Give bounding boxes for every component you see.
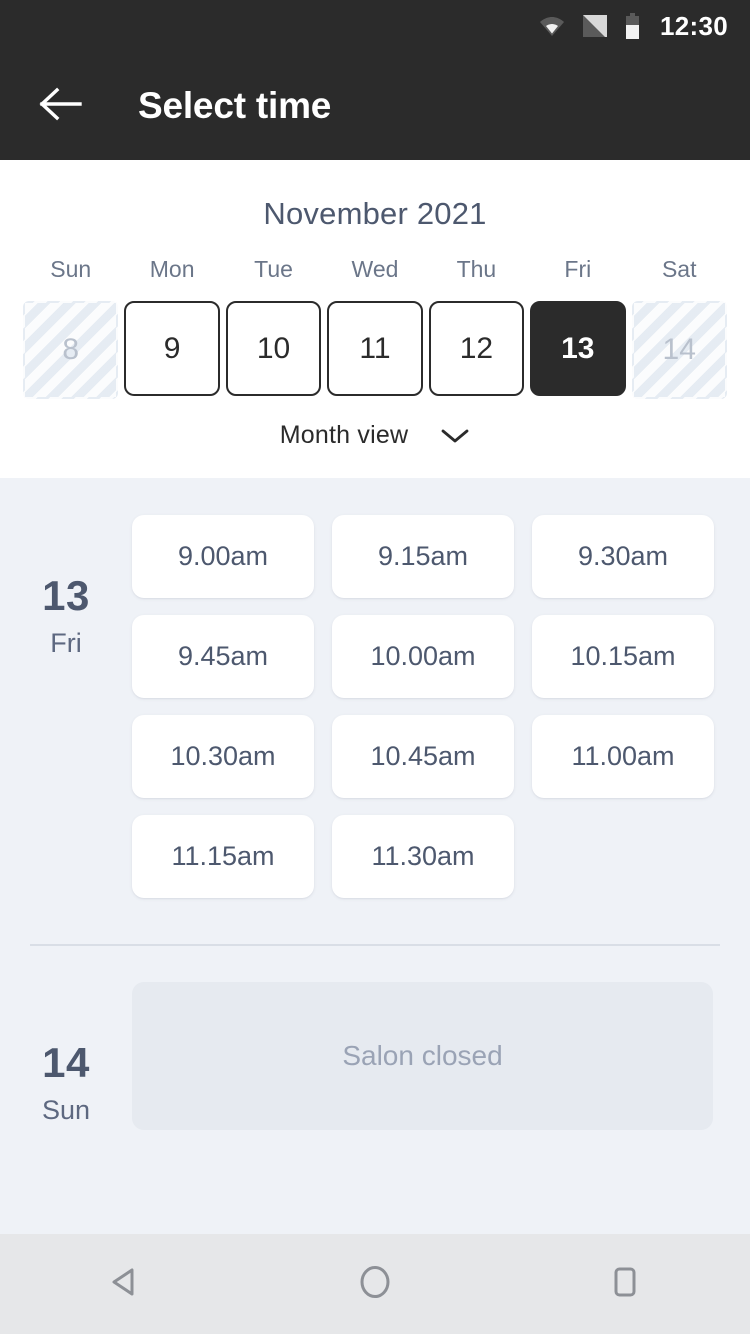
salon-closed-card: Salon closed [132, 982, 713, 1130]
battery-icon [625, 13, 640, 39]
time-slot[interactable]: 10.00am [332, 615, 514, 698]
day-cell-8: 8 [23, 301, 118, 399]
status-bar-clock: 12:30 [660, 10, 728, 41]
signal-icon [583, 15, 607, 37]
phone-screen: 12:30 Select time November 2021 Sun Mon … [0, 0, 750, 1334]
weekday-header-row: Sun Mon Tue Wed Thu Fri Sat [0, 256, 750, 283]
app-bar: Select time [0, 52, 750, 160]
time-slot[interactable]: 9.45am [132, 615, 314, 698]
back-triangle-icon [105, 1262, 145, 1307]
nav-back-button[interactable] [70, 1234, 180, 1334]
time-slot[interactable]: 9.15am [332, 515, 514, 598]
wifi-icon [539, 15, 565, 37]
nav-recents-button[interactable] [570, 1234, 680, 1334]
day-group-14-number: 14 [42, 1039, 90, 1086]
time-slot[interactable]: 10.30am [132, 715, 314, 798]
time-slot[interactable]: 11.15am [132, 815, 314, 898]
month-view-toggle[interactable]: Month view [0, 421, 750, 450]
day-group-14-label: 14 Sun [0, 982, 132, 1130]
time-slot[interactable]: 9.30am [532, 515, 714, 598]
month-view-label: Month view [279, 421, 409, 449]
time-slot-grid: 9.00am 9.15am 9.30am 9.45am 10.00am 10.1… [132, 515, 750, 915]
weekday-thu: Thu [456, 256, 497, 282]
weekday-sun: Sun [50, 256, 92, 282]
day-group-13-number: 13 [42, 572, 90, 619]
day-cell-12[interactable]: 12 [428, 301, 525, 396]
weekday-mon: Mon [149, 256, 195, 282]
time-slot[interactable]: 9.00am [132, 515, 314, 598]
time-slot[interactable]: 11.00am [532, 715, 714, 798]
day-group-13-dow: Fri [50, 628, 82, 658]
day-cell-9[interactable]: 9 [124, 301, 220, 396]
home-circle-icon [355, 1262, 395, 1307]
recents-square-icon [605, 1262, 645, 1307]
page-title: Select time [138, 85, 332, 126]
time-slots-area: 13 Fri 9.00am 9.15am 9.30am 9.45am 10.00… [0, 478, 750, 1234]
nav-home-button[interactable] [320, 1234, 430, 1334]
day-group-13: 13 Fri 9.00am 9.15am 9.30am 9.45am 10.00… [0, 478, 750, 915]
month-year-label: November 2021 [263, 196, 487, 231]
status-bar: 12:30 [0, 0, 750, 52]
day-group-14-dow: Sun [41, 1095, 91, 1125]
android-navigation-bar [0, 1234, 750, 1334]
day-selector-row: 8 9 10 11 12 13 14 [0, 301, 750, 399]
weekday-tue: Tue [254, 256, 293, 282]
back-arrow-icon [39, 87, 83, 126]
weekday-wed: Wed [351, 256, 399, 282]
day-group-13-label: 13 Fri [0, 515, 132, 915]
day-cell-13[interactable]: 13 [530, 301, 626, 396]
time-slot[interactable]: 11.30am [332, 815, 514, 898]
day-group-14: 14 Sun Salon closed [0, 946, 750, 1130]
weekday-sat: Sat [661, 256, 697, 282]
back-button[interactable] [24, 69, 98, 143]
weekday-fri: Fri [564, 256, 592, 282]
day-cell-11[interactable]: 11 [327, 301, 423, 396]
time-slot[interactable]: 10.45am [332, 715, 514, 798]
calendar-panel: November 2021 Sun Mon Tue Wed Thu Fri Sa… [0, 160, 750, 478]
day-cell-14: 14 [632, 301, 727, 399]
day-cell-10[interactable]: 10 [225, 301, 322, 396]
chevron-down-icon [440, 427, 470, 445]
time-slot[interactable]: 10.15am [532, 615, 714, 698]
